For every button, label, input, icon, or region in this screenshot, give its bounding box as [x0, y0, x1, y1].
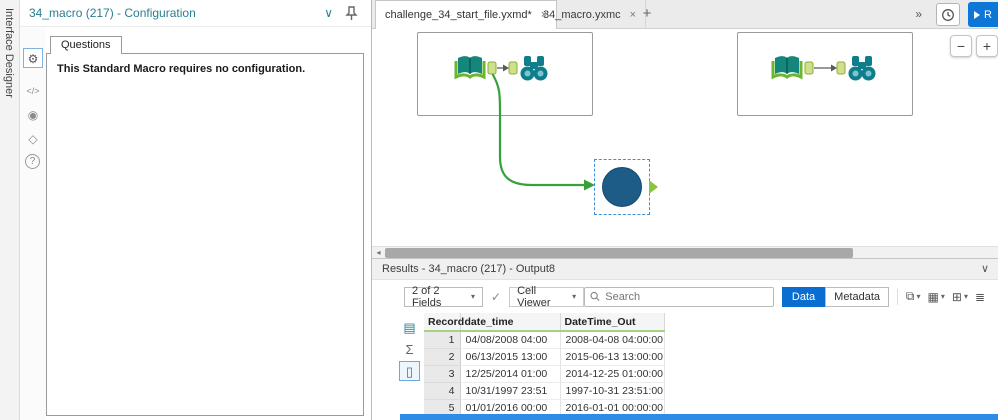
configuration-header: 34_macro (217) - Configuration ∨: [20, 0, 371, 27]
document-tab-bar: challenge_34_start_file.yxmd* × 34_macro…: [372, 0, 998, 29]
questions-content: This Standard Macro requires no configur…: [46, 53, 364, 416]
new-tab-button[interactable]: +: [634, 0, 660, 29]
preview-icon[interactable]: ◉: [23, 104, 43, 124]
results-grid[interactable]: Record date_time DateTime_Out 1 04/08/200…: [424, 313, 998, 416]
table-row[interactable]: 1 04/08/2008 04:00 2008-04-08 04:00:00: [424, 331, 665, 349]
input-data-tool[interactable]: [453, 51, 487, 85]
search-input[interactable]: [605, 290, 768, 303]
zoom-in-button[interactable]: +: [976, 35, 998, 57]
results-header[interactable]: Results - 34_macro (217) - Output8 ∨: [372, 259, 998, 280]
gear-icon[interactable]: ⚙: [23, 48, 43, 68]
search-box[interactable]: [584, 286, 774, 307]
configuration-title: 34_macro (217) - Configuration: [29, 6, 196, 20]
record-cell: 3: [424, 365, 461, 383]
page-view-icon[interactable]: ▯: [399, 361, 420, 381]
data-view-button[interactable]: Data: [781, 286, 826, 307]
column-header-record[interactable]: Record: [424, 313, 464, 332]
record-cell: 1: [424, 331, 461, 349]
table-row[interactable]: 4 10/31/1997 23:51 1997-10-31 23:51:00: [424, 382, 665, 400]
tab-34-macro[interactable]: 34_macro.yxmc ×: [534, 0, 647, 29]
caret-down-icon: ▾: [471, 292, 476, 301]
results-panel: Results - 34_macro (217) - Output8 ∨ 2 o…: [372, 258, 998, 420]
scrollbar-thumb[interactable]: [385, 248, 853, 258]
chevron-down-icon[interactable]: ∨: [324, 6, 333, 20]
tab-label: 34_macro.yxmc: [543, 8, 621, 21]
results-view-switcher: ▤ Σ ▯: [396, 313, 424, 420]
record-cell: 4: [424, 382, 461, 400]
help-icon[interactable]: ?: [25, 154, 40, 169]
header-row: Record date_time DateTime_Out: [424, 313, 665, 332]
tab-label: challenge_34_start_file.yxmd*: [385, 9, 532, 21]
search-icon: [590, 291, 600, 302]
chevron-down-icon[interactable]: ∨: [981, 259, 989, 280]
canvas-horizontal-scrollbar[interactable]: ◂: [372, 246, 998, 258]
value-cell: 04/08/2008 04:00: [460, 331, 561, 349]
caret-down-icon: ▾: [572, 292, 577, 301]
column-header-datetime-out[interactable]: DateTime_Out: [560, 313, 665, 332]
menu-icon[interactable]: ≣: [975, 290, 985, 304]
table-view-icon[interactable]: ▤: [399, 317, 420, 337]
toolbar-separator: [897, 288, 898, 305]
run-label: R: [984, 8, 992, 21]
check-icon: ✓: [491, 289, 502, 304]
value-cell: 1997-10-31 23:51:00: [560, 382, 665, 400]
browse-tool[interactable]: [845, 51, 879, 85]
column-header-date-time[interactable]: date_time: [460, 313, 561, 332]
cell-viewer-label: Cell Viewer: [517, 284, 551, 309]
value-cell: 10/31/1997 23:51: [460, 382, 561, 400]
macro-tool[interactable]: [602, 167, 642, 207]
cell-viewer-dropdown[interactable]: Cell Viewer ▾: [509, 284, 585, 309]
tag-icon[interactable]: ◇: [23, 128, 43, 148]
table-row[interactable]: 3 12/25/2014 01:00 2014-12-25 01:00:00: [424, 365, 665, 383]
tab-overflow-button[interactable]: »: [915, 0, 922, 29]
copy-icon[interactable]: ⧉ ▾: [906, 289, 921, 304]
table-row[interactable]: 2 06/13/2015 13:00 2015-06-13 13:00:00: [424, 348, 665, 366]
fields-label: 2 of 2 Fields: [412, 284, 442, 309]
results-toolbar: 2 of 2 Fields ▾ ✓ Cell Viewer ▾ Data Met…: [372, 280, 998, 313]
schedule-icon[interactable]: [936, 3, 960, 26]
workflow-canvas[interactable]: − +: [372, 29, 998, 246]
value-cell: 2015-06-13 13:00:00: [560, 348, 665, 366]
profile-sigma-icon[interactable]: Σ: [399, 339, 420, 359]
macro-output-anchor[interactable]: [649, 180, 658, 194]
fields-dropdown[interactable]: 2 of 2 Fields ▾: [404, 284, 484, 309]
configuration-icon-rail: ⚙ </> ◉ ◇ ?: [20, 27, 46, 420]
table-options-icon[interactable]: ▦ ▾: [928, 290, 945, 304]
tab-challenge-34-start-file[interactable]: challenge_34_start_file.yxmd* ×: [375, 0, 558, 29]
run-button[interactable]: R: [968, 2, 998, 27]
interface-designer-rail: Interface Designer: [0, 0, 20, 420]
results-title: Results - 34_macro (217) - Output8: [382, 263, 556, 275]
configuration-panel: 34_macro (217) - Configuration ∨ ⚙ </> ◉…: [20, 0, 372, 420]
play-icon: [974, 10, 980, 19]
tab-questions[interactable]: Questions: [50, 36, 122, 54]
no-configuration-message: This Standard Macro requires no configur…: [57, 63, 306, 75]
metadata-view-button[interactable]: Metadata: [825, 286, 890, 307]
code-icon[interactable]: </>: [23, 80, 43, 100]
zoom-out-button[interactable]: −: [950, 35, 972, 57]
value-cell: 06/13/2015 13:00: [460, 348, 561, 366]
record-cell: 2: [424, 348, 461, 366]
tool-container-right[interactable]: [737, 32, 913, 116]
results-horizontal-scrollbar[interactable]: [400, 414, 998, 420]
interface-designer-label: Interface Designer: [3, 8, 15, 98]
input-data-tool[interactable]: [770, 51, 804, 85]
export-icon[interactable]: ⊞ ▾: [952, 290, 968, 304]
browse-tool[interactable]: [517, 51, 551, 85]
value-cell: 2008-04-08 04:00:00: [560, 331, 665, 349]
tool-container-left[interactable]: [417, 32, 593, 116]
pin-icon[interactable]: [343, 5, 359, 21]
value-cell: 2014-12-25 01:00:00: [560, 365, 665, 383]
value-cell: 12/25/2014 01:00: [460, 365, 561, 383]
